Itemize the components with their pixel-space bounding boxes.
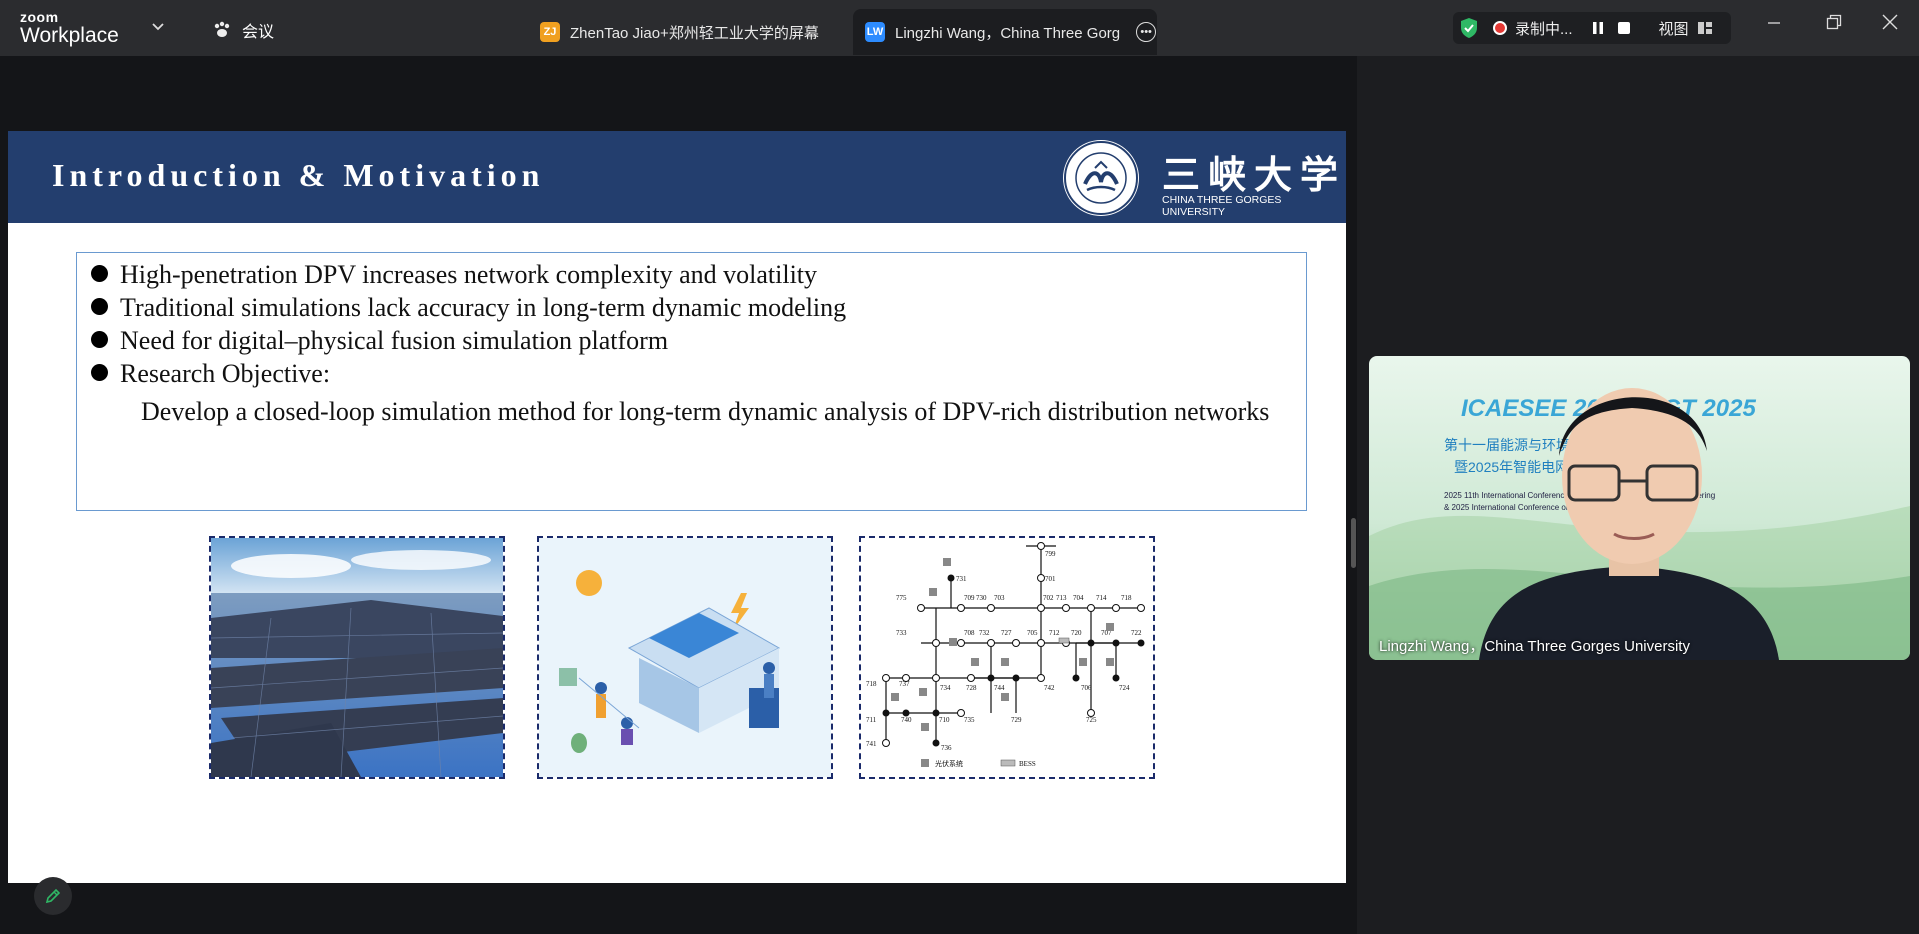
bullet-text: Need for digital–physical fusion simulat… [120,326,669,355]
restore-button[interactable] [1826,14,1842,35]
annotate-button[interactable] [34,877,72,915]
bullet-item: Research Objective: [91,359,330,389]
meeting-menu[interactable]: 会议 [212,18,274,42]
brand-bottom: Workplace [20,24,119,47]
svg-text:775: 775 [896,594,907,602]
bullet-item: High-penetration DPV increases network c… [91,260,817,290]
tab-lingzhi-video[interactable]: LW Lingzhi Wang，China Three Gorg ••• [853,9,1157,55]
distribution-network-diagram: 799 731 701 775 709 730 703 702 713 704 714 718 7… [859,536,1155,779]
more-options-icon[interactable]: ••• [1136,22,1157,42]
university-name-en: CHINA THREE GORGES UNIVERSITY [1162,194,1282,218]
university-seal-logo [1063,140,1139,216]
smart-energy-illustration [537,536,833,779]
shield-check-icon [1461,18,1477,38]
stop-icon[interactable] [1617,21,1631,35]
svg-text:744: 744 [994,684,1005,692]
svg-text:709: 709 [964,594,975,602]
university-name-cn: 三峡大学 [1162,155,1347,197]
zoom-logo: zoom Workplace [20,10,119,46]
participant-video[interactable]: ICAESEE 2025 / SGT 2025 第十一届能源与环境工程国际学术会… [1369,356,1910,660]
close-button[interactable] [1882,14,1898,35]
svg-text:741: 741 [866,740,877,748]
motivation-text-box: High-penetration DPV increases network c… [76,252,1307,511]
svg-text:705: 705 [1027,629,1038,637]
svg-text:713: 713 [1056,594,1067,602]
avatar: ZJ [540,22,560,42]
tab-title: ZhenTao Jiao+郑州轻工业大学的屏幕 [570,24,819,42]
svg-text:718: 718 [1121,594,1132,602]
svg-text:708: 708 [964,629,975,637]
research-objective-text: Develop a closed-loop simulation method … [141,397,1270,426]
presentation-slide: Introduction & Motivation 三峡大学 CHINA THR… [8,131,1346,883]
chevron-down-icon[interactable] [152,18,164,34]
svg-text:724: 724 [1119,684,1130,692]
svg-text:742: 742 [1044,684,1055,692]
bullet-dot [91,265,108,282]
top-bar: zoom Workplace 会议 ZJ ZhenTao Jiao+郑州轻工业大… [0,0,1919,56]
svg-text:740: 740 [901,716,912,724]
svg-text:701: 701 [1045,575,1056,583]
participant-name-label: Lingzhi Wang，China Three Gorges Universi… [1379,638,1690,655]
bullet-item: Traditional simulations lack accuracy in… [91,293,846,323]
svg-text:734: 734 [940,684,951,692]
svg-text:718: 718 [866,680,877,688]
svg-text:728: 728 [966,684,977,692]
svg-text:722: 722 [1131,629,1142,637]
avatar: LW [865,22,885,42]
recording-controls: 录制中... 视图 [1453,12,1731,44]
paw-icon [214,21,230,37]
bullet-text: Research Objective: [120,359,331,388]
svg-text:735: 735 [964,716,975,724]
svg-text:711: 711 [866,716,877,724]
svg-text:714: 714 [1096,594,1107,602]
minimize-button[interactable] [1767,14,1781,35]
svg-text:727: 727 [1001,629,1012,637]
svg-text:702: 702 [1043,594,1054,602]
svg-text:720: 720 [1071,629,1082,637]
view-button[interactable]: 视图 [1659,18,1689,39]
bullet-item: Need for digital–physical fusion simulat… [91,326,668,356]
svg-text:736: 736 [941,744,952,752]
legend-pv-label: 光伏系统 [935,759,963,768]
recording-status: 录制中... [1515,20,1573,38]
tab-zhentao-share[interactable]: ZJ ZhenTao Jiao+郑州轻工业大学的屏幕 [532,9,850,55]
record-dot-icon [1493,21,1507,35]
svg-text:725: 725 [1086,716,1097,724]
scrollbar-thumb[interactable] [1351,518,1356,568]
svg-text:730: 730 [976,594,987,602]
svg-text:732: 732 [979,629,990,637]
slide-title: Introduction & Motivation [52,157,545,193]
svg-text:703: 703 [994,594,1005,602]
svg-text:706: 706 [1081,684,1092,692]
scrollbar[interactable] [1349,56,1357,934]
svg-text:729: 729 [1011,716,1022,724]
solar-rooftop-image [209,536,505,779]
pencil-icon [45,888,61,904]
bullet-dot [91,364,108,381]
svg-text:733: 733 [896,629,907,637]
tab-title: Lingzhi Wang，China Three Gorg [895,24,1121,42]
legend-bess-label: BESS [1019,760,1036,768]
svg-text:737: 737 [899,680,910,688]
slide-banner: Introduction & Motivation 三峡大学 CHINA THR… [8,131,1346,223]
minimize-icon [1768,22,1780,24]
svg-text:712: 712 [1049,629,1060,637]
pause-icon[interactable] [1591,21,1605,35]
svg-text:704: 704 [1073,594,1084,602]
bullet-text: Traditional simulations lack accuracy in… [120,293,847,322]
close-icon [1882,14,1898,30]
view-layout-icon[interactable] [1697,20,1713,36]
svg-text:731: 731 [956,575,967,583]
svg-text:799: 799 [1045,550,1056,558]
brand-top: zoom [20,9,59,25]
bullet-text: High-penetration DPV increases network c… [120,260,818,289]
svg-text:710: 710 [939,716,950,724]
bullet-dot [91,298,108,315]
restore-icon [1826,14,1842,30]
bullet-dot [91,331,108,348]
meeting-label: 会议 [242,24,275,41]
